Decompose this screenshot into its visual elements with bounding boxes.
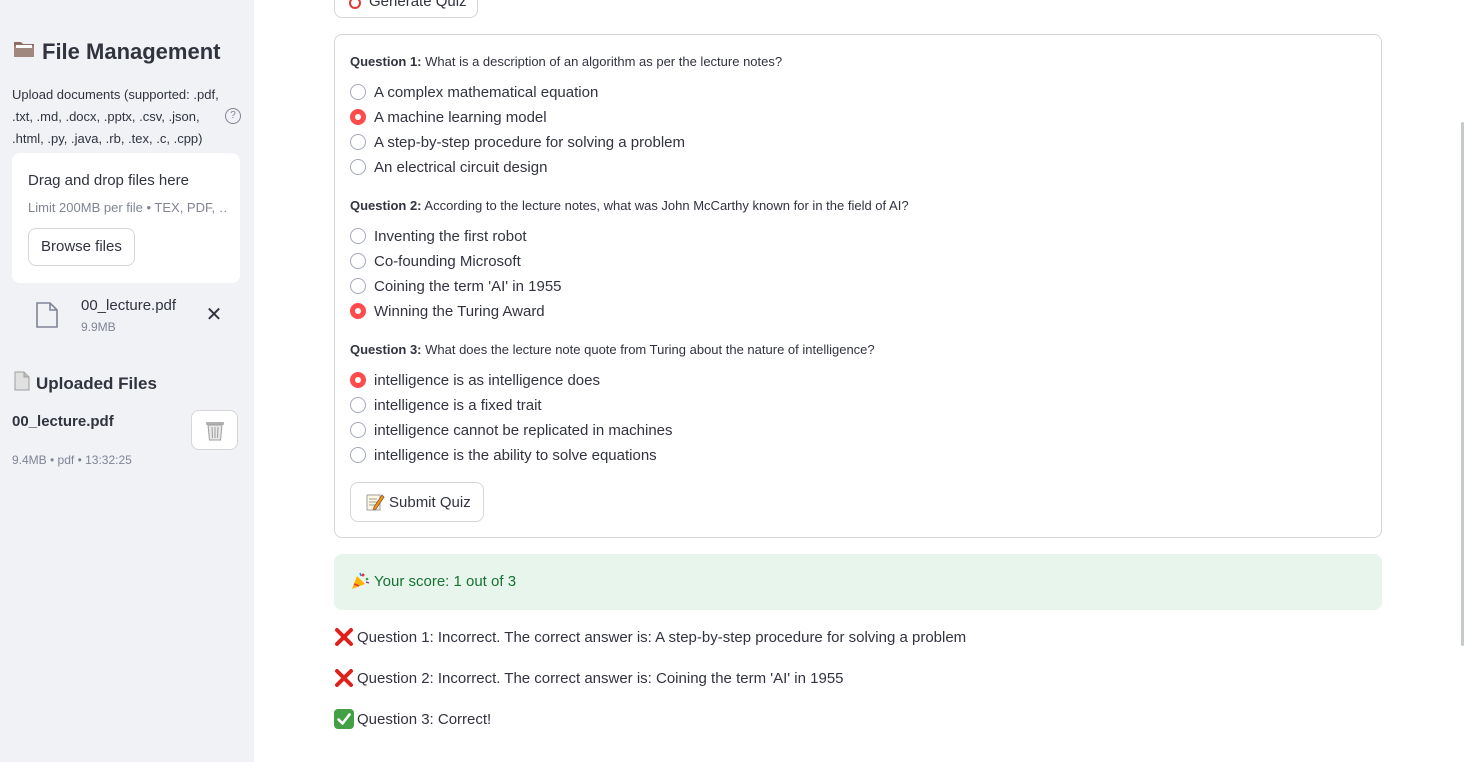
radio-icon [350, 159, 366, 175]
radio-selected-icon [350, 109, 366, 125]
dropzone-title: Drag and drop files here [28, 172, 189, 189]
close-icon[interactable]: ✕ [204, 305, 224, 325]
uploaded-files-title: Uploaded Files [12, 371, 157, 396]
help-icon[interactable]: ? [225, 108, 241, 124]
memo-icon [366, 494, 385, 511]
score-text: Your score: 1 out of 3 [374, 572, 517, 590]
party-popper-icon [352, 572, 370, 589]
radio-icon [350, 253, 366, 269]
folder-icon [12, 38, 36, 66]
result-row-2: Question 2: Incorrect. The correct answe… [334, 668, 844, 688]
x-icon [334, 668, 354, 688]
question-2-text: Question 2: According to the lecture not… [350, 198, 909, 213]
radio-icon [350, 228, 366, 244]
radio-selected-icon [350, 303, 366, 319]
q3-option-4[interactable]: intelligence is the ability to solve equ… [350, 444, 657, 466]
x-icon [334, 627, 354, 647]
quiz-form: Question 1: What is a description of an … [334, 34, 1382, 538]
submit-quiz-button[interactable]: Submit Quiz [350, 482, 484, 522]
question-1-text: Question 1: What is a description of an … [350, 54, 783, 69]
q1-option-3[interactable]: A step-by-step procedure for solving a p… [350, 131, 685, 153]
radio-icon [350, 134, 366, 150]
dropzone-limit: Limit 200MB per file • TEX, PDF, … [28, 200, 228, 215]
q2-option-3[interactable]: Coining the term 'AI' in 1955 [350, 275, 562, 297]
check-icon [334, 709, 354, 729]
uploaded-file-name: 00_lecture.pdf [12, 413, 114, 430]
sidebar-title: File Management [12, 38, 220, 66]
sidebar: File Management Upload documents (suppor… [0, 0, 254, 762]
radio-icon [350, 84, 366, 100]
pending-file-name: 00_lecture.pdf [81, 297, 177, 314]
radio-icon [350, 397, 366, 413]
result-row-1: Question 1: Incorrect. The correct answe… [334, 627, 966, 647]
q2-option-1[interactable]: Inventing the first robot [350, 225, 527, 247]
result-row-3: Question 3: Correct! [334, 709, 491, 729]
file-icon [36, 302, 58, 328]
q3-option-1[interactable]: intelligence is as intelligence does [350, 369, 600, 391]
generate-quiz-button[interactable]: Generate Quiz [334, 0, 478, 18]
pending-file-row: 00_lecture.pdf 9.9MB ✕ [12, 292, 240, 342]
q2-option-2[interactable]: Co-founding Microsoft [350, 250, 521, 272]
radio-icon [350, 422, 366, 438]
file-dropzone[interactable]: Drag and drop files here Limit 200MB per… [12, 153, 240, 283]
generate-icon [349, 0, 361, 9]
delete-file-button[interactable] [191, 410, 238, 450]
pending-file-size: 9.9MB [81, 320, 116, 334]
q1-option-4[interactable]: An electrical circuit design [350, 156, 547, 178]
q1-option-1[interactable]: A complex mathematical equation [350, 81, 598, 103]
radio-icon [350, 447, 366, 463]
browse-files-button[interactable]: Browse files [28, 228, 135, 266]
score-alert: Your score: 1 out of 3 [334, 554, 1382, 610]
document-icon [12, 371, 32, 396]
upload-help-text: Upload documents (supported: .pdf, .txt,… [12, 87, 219, 146]
uploaded-file-meta: 9.4MB • pdf • 13:32:25 [12, 453, 132, 467]
trash-icon [206, 422, 224, 441]
q1-option-2[interactable]: A machine learning model [350, 106, 547, 128]
q3-option-3[interactable]: intelligence cannot be replicated in mac… [350, 419, 673, 441]
radio-selected-icon [350, 372, 366, 388]
radio-icon [350, 278, 366, 294]
q2-option-4[interactable]: Winning the Turing Award [350, 300, 545, 322]
q3-option-2[interactable]: intelligence is a fixed trait [350, 394, 542, 416]
question-3-text: Question 3: What does the lecture note q… [350, 342, 875, 357]
